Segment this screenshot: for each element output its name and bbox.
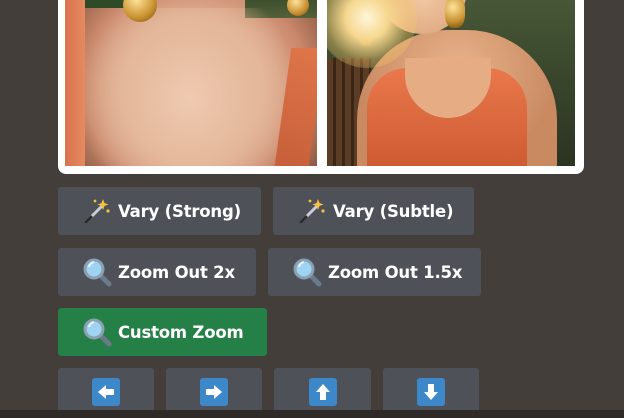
magnifier-icon xyxy=(82,317,112,347)
magic-wand-icon xyxy=(82,196,112,226)
arrow-left-icon xyxy=(92,378,120,406)
vary-strong-label: Vary (Strong) xyxy=(118,201,241,221)
zoom-out-1-5x-label: Zoom Out 1.5x xyxy=(328,262,463,282)
pan-down-button[interactable] xyxy=(383,368,479,416)
zoom-out-2x-button[interactable]: Zoom Out 2x xyxy=(58,248,256,296)
zoom-out-1-5x-button[interactable]: Zoom Out 1.5x xyxy=(268,248,481,296)
dress-strap xyxy=(65,0,85,166)
magnifier-icon xyxy=(82,257,112,287)
arrow-down-icon xyxy=(417,378,445,406)
pan-up-button[interactable] xyxy=(274,368,371,416)
image-grid xyxy=(65,0,575,166)
skin-area xyxy=(85,8,295,166)
arrow-up-icon xyxy=(308,378,337,406)
pan-right-button[interactable] xyxy=(166,368,262,416)
image-grid-card xyxy=(58,0,584,174)
zoom-out-2x-label: Zoom Out 2x xyxy=(118,262,235,282)
arrow-right-icon xyxy=(200,378,228,406)
magnifier-icon xyxy=(292,257,322,287)
bottom-divider xyxy=(0,410,624,418)
custom-zoom-label: Custom Zoom xyxy=(118,322,244,342)
left-image[interactable] xyxy=(65,0,317,166)
vary-strong-button[interactable]: Vary (Strong) xyxy=(58,187,261,235)
magic-wand-icon xyxy=(297,196,327,226)
custom-zoom-button[interactable]: Custom Zoom xyxy=(58,308,267,356)
right-image[interactable] xyxy=(327,0,575,166)
pan-left-button[interactable] xyxy=(58,368,154,416)
vary-subtle-label: Vary (Subtle) xyxy=(333,201,454,221)
earring xyxy=(445,0,465,28)
vary-subtle-button[interactable]: Vary (Subtle) xyxy=(273,187,474,235)
